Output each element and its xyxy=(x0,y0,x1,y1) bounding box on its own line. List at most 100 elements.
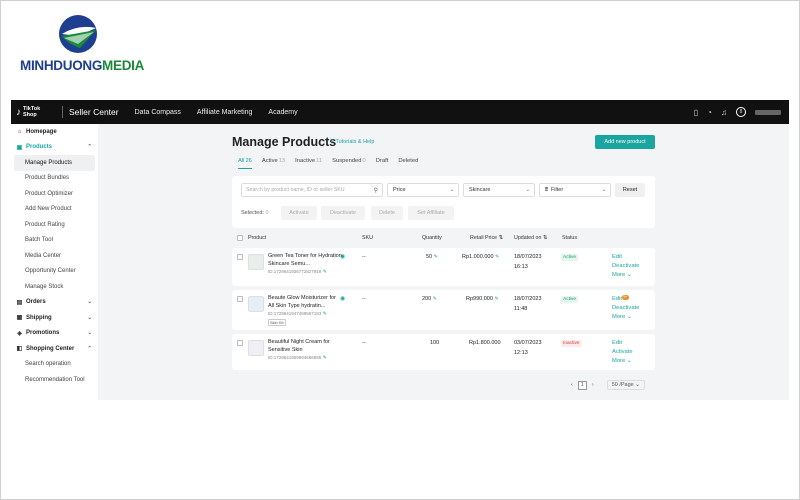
more-dropdown[interactable]: More ⌄ xyxy=(612,357,633,366)
category-select[interactable]: Skincare ⌄ xyxy=(463,183,535,197)
more-label: More xyxy=(612,314,626,320)
product-thumbnail[interactable] xyxy=(248,296,264,312)
chevron-down-icon[interactable]: ⌄ xyxy=(87,330,92,336)
quantity-value[interactable]: 100 xyxy=(430,340,439,347)
chevron-down-icon[interactable]: ⌄ xyxy=(87,315,92,321)
sidebar-item-opportunity-center[interactable]: Opportunity Center xyxy=(11,264,98,280)
column-updated-on[interactable]: Updated on ⇅ xyxy=(514,235,547,241)
sidebar-item-product-rating[interactable]: Product Rating xyxy=(11,217,98,233)
column-status: Status xyxy=(562,235,578,241)
bell-icon[interactable]: ♫ xyxy=(721,108,727,117)
nav-affiliate-marketing[interactable]: Affiliate Marketing xyxy=(197,109,253,116)
page-size-select[interactable]: 50 /Page ⌄ xyxy=(606,380,645,390)
notification-badge: 9+ xyxy=(622,295,629,300)
chevron-up-icon[interactable]: ⌃ xyxy=(87,346,92,352)
activate-link[interactable]: Activate xyxy=(612,348,633,357)
price-select[interactable]: Price ⌄ xyxy=(387,183,459,197)
more-dropdown[interactable]: More ⌄ xyxy=(612,271,639,280)
sidebar-item-search-operation[interactable]: Search operation xyxy=(11,357,98,373)
sidebar-item-homepage[interactable]: ⌂ Homepage xyxy=(11,124,98,140)
avatar[interactable]: 8 xyxy=(736,107,746,117)
user-name-redacted[interactable] xyxy=(755,109,781,115)
orders-icon: ▤ xyxy=(16,299,23,306)
product-name[interactable]: Green Tea Toner for Hydration Skincare S… xyxy=(268,253,342,268)
quantity-value[interactable]: 50 ✎ xyxy=(426,254,438,261)
sidebar-item-label: Orders xyxy=(26,299,46,306)
tutorials-link[interactable]: ⚲ Tutorials & Help xyxy=(330,139,374,145)
column-retail-price[interactable]: Retail Price ⇅ xyxy=(470,235,503,241)
sidebar-item-media-center[interactable]: Media Center xyxy=(11,248,98,264)
row-checkbox[interactable] xyxy=(237,254,243,260)
bulk-set-affiliate-button[interactable]: Set Affiliate xyxy=(408,206,454,220)
next-page-button[interactable]: › xyxy=(592,382,594,388)
sidebar-item-batch-tool[interactable]: Batch Tool xyxy=(11,233,98,249)
product-name[interactable]: Beautiful Night Cream for Sensitive Skin xyxy=(268,339,342,354)
row-checkbox[interactable] xyxy=(237,296,243,302)
current-page[interactable]: 1 xyxy=(577,380,587,390)
product-thumbnail[interactable] xyxy=(248,254,264,270)
deactivate-link[interactable]: Deactivate xyxy=(612,262,639,271)
product-tag: Skin Kit xyxy=(268,319,286,326)
column-retail-price-label: Retail Price xyxy=(470,235,498,241)
tab-all[interactable]: All26 xyxy=(238,158,252,169)
nav-data-compass[interactable]: Data Compass xyxy=(135,109,181,116)
chevron-up-icon[interactable]: ⌃ xyxy=(87,144,92,150)
phone-icon[interactable]: ▯ xyxy=(694,108,698,117)
sidebar-item-promotions[interactable]: ◈ Promotions ⌄ xyxy=(11,326,98,342)
bulk-delete-button[interactable]: Delete xyxy=(371,206,403,220)
more-dropdown[interactable]: More ⌄ xyxy=(612,313,639,322)
sidebar: ⌂ Homepage ▣ Products ⌃ Manage Products Produc… xyxy=(11,124,98,400)
updated-on-value: 18/07/2023 11:48 xyxy=(514,296,542,313)
search-input[interactable]: Search by product name, ID or seller SKU… xyxy=(241,183,383,197)
edit-link[interactable]: Edit xyxy=(612,339,633,348)
sidebar-item-product-optimizer[interactable]: Product Optimizer xyxy=(11,186,98,202)
tab-active[interactable]: Active13 xyxy=(262,158,285,169)
eye-icon[interactable]: ◉ xyxy=(340,253,345,260)
nav-academy[interactable]: Academy xyxy=(268,109,297,116)
eye-icon[interactable]: ◉ xyxy=(340,295,345,302)
quantity-value[interactable]: 200 ✎ xyxy=(422,296,437,303)
product-name[interactable]: Beaute Glow Moisturizer for All Skin Typ… xyxy=(268,295,342,310)
seller-center-title[interactable]: Seller Center xyxy=(69,107,119,117)
deactivate-link[interactable]: Deactivate xyxy=(612,304,639,313)
tab-draft[interactable]: Draft xyxy=(376,158,389,169)
tab-inactive[interactable]: Inactive11 xyxy=(295,158,322,169)
edit-link[interactable]: Edit xyxy=(612,253,639,262)
seller-center-app: ♪ TikTok Shop Seller Center Data Compass… xyxy=(11,100,789,400)
sidebar-item-product-bundles[interactable]: Product Bundles xyxy=(11,171,98,187)
tiktok-shop-logo[interactable]: ♪ TikTok Shop xyxy=(16,106,56,118)
sidebar-item-manage-products[interactable]: Manage Products xyxy=(14,155,95,171)
add-new-product-button[interactable]: Add new product xyxy=(595,135,655,149)
sidebar-item-recommendation-tool[interactable]: Recommendation Tool xyxy=(11,372,98,388)
edit-label: Edit xyxy=(612,296,622,302)
price-value[interactable]: Rp990.000 ✎ xyxy=(466,296,499,303)
edit-icon[interactable]: ✎ xyxy=(323,269,327,275)
price-value[interactable]: Rp1.000.000 ✎ xyxy=(462,254,499,261)
chevron-down-icon: ⌄ xyxy=(626,314,632,320)
sidebar-item-shopping-center[interactable]: ◧ Shopping Center ⌃ xyxy=(11,341,98,357)
chevron-down-icon[interactable]: ⌄ xyxy=(87,299,92,305)
sidebar-item-add-new-product[interactable]: Add New Product xyxy=(11,202,98,218)
sidebar-item-shipping[interactable]: ▦ Shipping ⌄ xyxy=(11,310,98,326)
edit-link[interactable]: Edit 9+ xyxy=(612,295,639,304)
edit-icon[interactable]: ✎ xyxy=(323,355,327,361)
quantity-number: 50 xyxy=(426,254,433,260)
status-badge: Inactive xyxy=(561,340,582,347)
bulk-activate-button[interactable]: Activate xyxy=(281,206,317,220)
prev-page-button[interactable]: ‹ xyxy=(571,382,573,388)
search-icon[interactable]: ⚲ xyxy=(374,187,378,194)
select-all-checkbox[interactable] xyxy=(237,235,243,241)
price-value[interactable]: Rp1.800.000 xyxy=(469,340,501,347)
sidebar-item-orders[interactable]: ▤ Orders ⌄ xyxy=(11,295,98,311)
headset-icon[interactable]: ◔ xyxy=(707,108,712,117)
bulk-deactivate-button[interactable]: Deactivate xyxy=(321,206,365,220)
sidebar-item-products[interactable]: ▣ Products ⌃ xyxy=(11,140,98,156)
filter-select[interactable]: ⩩ Filter ⌄ xyxy=(539,183,611,197)
product-thumbnail[interactable] xyxy=(248,340,264,356)
tab-deleted[interactable]: Deleted xyxy=(398,158,418,169)
row-checkbox[interactable] xyxy=(237,340,243,346)
edit-icon[interactable]: ✎ xyxy=(323,311,327,317)
reset-button[interactable]: Reset xyxy=(615,183,645,197)
sidebar-item-manage-stock[interactable]: Manage Stock xyxy=(11,279,98,295)
tab-suspended[interactable]: Suspended0 xyxy=(332,158,366,169)
